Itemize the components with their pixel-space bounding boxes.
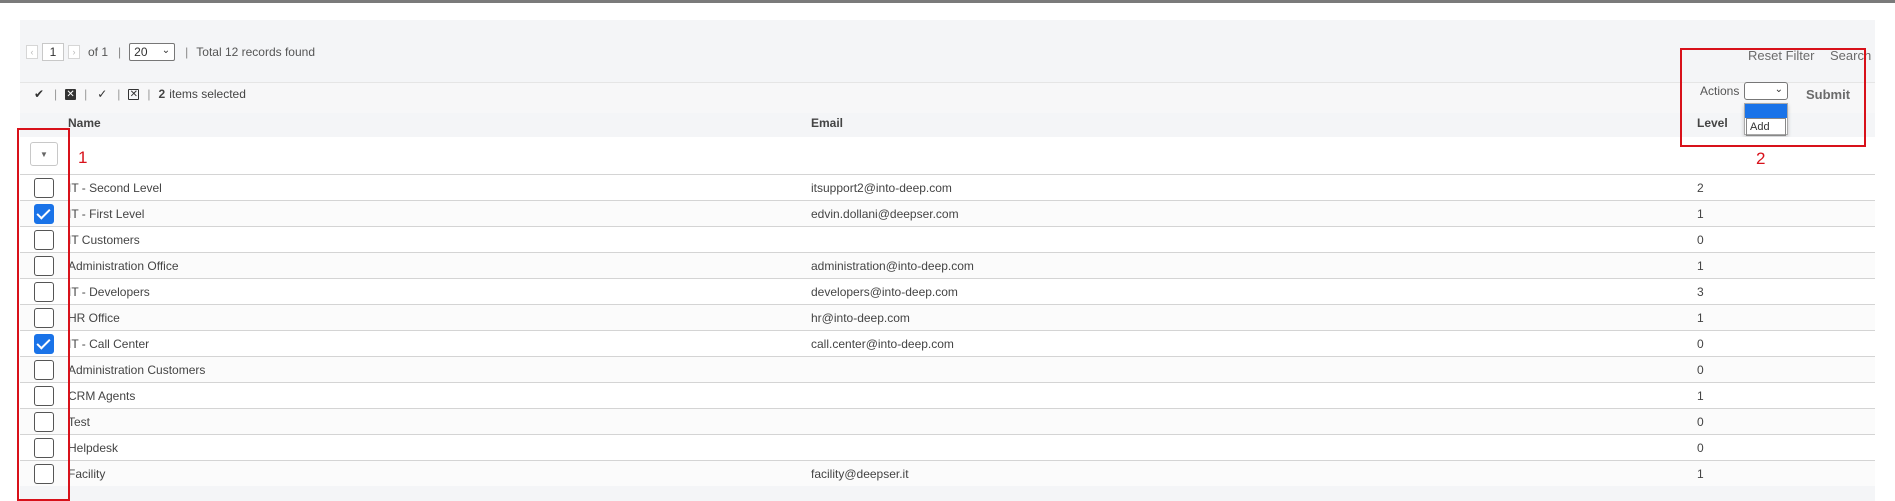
table-row[interactable]: HR Office hr@into-deep.com 1 [20,304,1875,330]
cell-name: Facility [68,467,106,481]
cell-level: 1 [1697,389,1704,403]
table-row[interactable]: Test 0 [20,408,1875,434]
cell-email: itsupport2@into-deep.com [811,181,952,195]
massaction-controls: ✔ | ✕ | ✓ | ✕ | 2 items selected [32,86,246,102]
table-row[interactable]: Administration Office administration@into… [20,252,1875,278]
cell-level: 0 [1697,337,1704,351]
table-row[interactable]: IT - Second Level itsupport2@into-deep.co… [20,174,1875,200]
table-row[interactable]: IT - Call Center call.center@into-deep.co… [20,330,1875,356]
table-row[interactable]: Facility facility@deepser.it 1 [20,460,1875,486]
per-page-value: 20 [134,45,148,59]
page-input[interactable]: 1 [42,43,64,61]
cell-level: 0 [1697,441,1704,455]
table-row[interactable]: Administration Customers 0 [20,356,1875,382]
cell-name: Helpdesk [68,441,119,455]
cell-email: edvin.dollani@deepser.com [811,207,959,221]
cell-name: Administration Customers [68,363,206,377]
mass-separator: | [84,87,88,101]
next-page-button[interactable]: › [68,45,80,59]
table-row[interactable]: IT - Developers developers@into-deep.com 3 [20,278,1875,304]
cell-name: HR Office [68,311,120,325]
table-row[interactable]: IT Customers 0 [20,226,1875,252]
cell-level: 2 [1697,181,1704,195]
cell-level: 1 [1697,311,1704,325]
cell-name: CRM Agents [68,389,136,403]
annotation-label-1: 1 [78,148,88,167]
cell-name: IT - First Level [68,207,145,221]
unselect-visible-icon[interactable]: ✕ [128,88,140,100]
table-row[interactable]: CRM Agents 1 [20,382,1875,408]
select-all-icon[interactable]: ✔ [32,87,46,101]
select-visible-icon[interactable]: ✓ [95,87,109,101]
filter-row [20,137,1875,174]
cell-level: 0 [1697,233,1704,247]
selected-count: 2 [158,87,166,101]
annotation-label-2: 2 [1756,149,1766,168]
grid-rows: IT - Second Level itsupport2@into-deep.co… [20,174,1875,486]
mass-separator: | [117,87,121,101]
annotation-box-2 [1680,48,1866,147]
table-row[interactable]: IT - First Level edvin.dollani@deepser.co… [20,200,1875,226]
mass-separator: | [54,87,58,101]
prev-page-button[interactable]: ‹ [26,45,38,59]
selected-suffix: items selected [169,87,246,101]
page-count: of 1 [88,45,109,59]
table-row[interactable]: Helpdesk 0 [20,434,1875,460]
cell-email: facility@deepser.it [811,467,909,481]
cell-level: 1 [1697,259,1704,273]
cell-level: 0 [1697,415,1704,429]
pager: ‹ 1 › of 1 | 20 ⌄ | Total 12 records fou… [26,42,315,62]
cell-name: IT - Developers [68,285,150,299]
cell-email: call.center@into-deep.com [811,337,954,351]
cell-name: IT - Call Center [68,337,150,351]
unselect-all-icon[interactable]: ✕ [65,88,77,100]
mass-separator: | [147,87,151,101]
cell-name: Test [68,415,91,429]
window-top-border [0,0,1895,3]
cell-name: Administration Office [68,259,179,273]
cell-name: IT - Second Level [68,181,162,195]
pager-separator: | [185,45,189,59]
per-page-select[interactable]: 20 ⌄ [129,43,176,61]
cell-level: 0 [1697,363,1704,377]
chevron-down-icon: ⌄ [161,45,171,56]
cell-level: 1 [1697,207,1704,221]
cell-name: IT Customers [68,233,140,247]
column-header-name[interactable]: Name [68,116,101,130]
cell-email: hr@into-deep.com [811,311,910,325]
pager-separator: | [118,45,122,59]
cell-email: administration@into-deep.com [811,259,974,273]
cell-level: 1 [1697,467,1704,481]
column-header-email[interactable]: Email [811,116,843,130]
massaction-bar [20,82,1875,113]
cell-level: 3 [1697,285,1704,299]
annotation-box-1 [17,128,70,501]
cell-email: developers@into-deep.com [811,285,958,299]
total-records: Total 12 records found [196,45,316,59]
